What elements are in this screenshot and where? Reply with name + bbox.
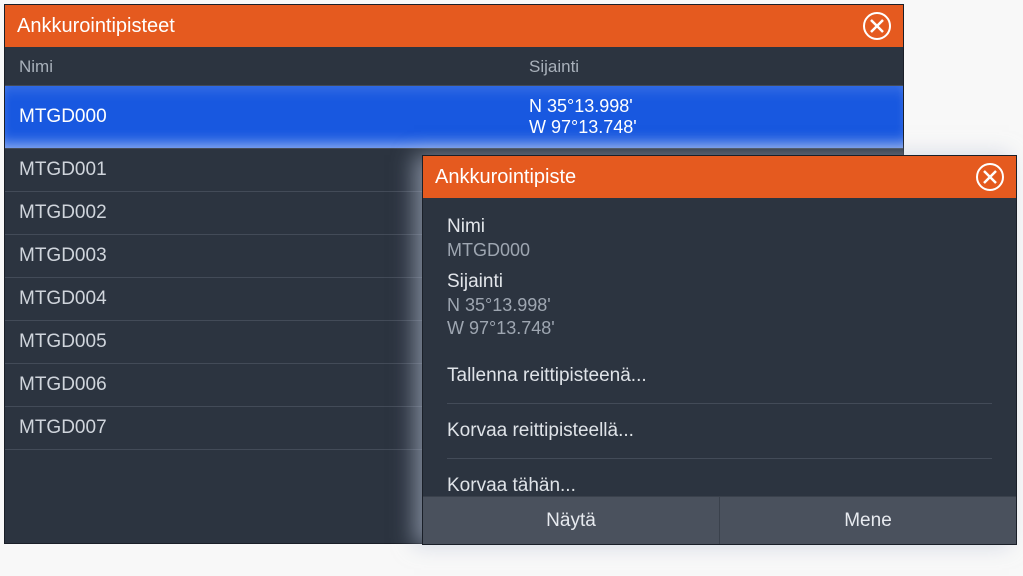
anchor-point-detail-window: Ankkurointipiste Nimi MTGD000 Sijainti N…	[422, 155, 1017, 545]
lon-value: W 97°13.748'	[447, 318, 992, 339]
detail-title: Ankkurointipiste	[435, 166, 576, 189]
lat-value: N 35°13.998'	[447, 295, 992, 316]
header-name: Nimi	[19, 57, 529, 77]
name-label: Nimi	[447, 216, 992, 238]
field-name: Nimi MTGD000	[447, 216, 992, 261]
anchor-points-titlebar: Ankkurointipisteet	[5, 5, 903, 47]
row-location: N 35°13.998' W 97°13.748'	[529, 96, 637, 138]
list-headers: Nimi Sijainti	[5, 47, 903, 86]
anchor-points-title: Ankkurointipisteet	[17, 15, 175, 38]
location-label: Sijainti	[447, 271, 992, 293]
name-value: MTGD000	[447, 240, 992, 261]
table-row[interactable]: MTGD000 N 35°13.998' W 97°13.748'	[5, 86, 903, 149]
button-bar: Näytä Mene	[423, 496, 1016, 544]
save-as-waypoint[interactable]: Tallenna reittipisteenä...	[447, 349, 992, 404]
go-button[interactable]: Mene	[719, 496, 1016, 544]
field-location: Sijainti N 35°13.998' W 97°13.748'	[447, 271, 992, 339]
row-name: MTGD000	[19, 106, 529, 128]
show-button[interactable]: Näytä	[423, 496, 719, 544]
detail-body: Nimi MTGD000 Sijainti N 35°13.998' W 97°…	[423, 198, 1016, 513]
header-location: Sijainti	[529, 57, 889, 77]
close-icon[interactable]	[976, 163, 1004, 191]
replace-with-waypoint[interactable]: Korvaa reittipisteellä...	[447, 404, 992, 459]
close-icon[interactable]	[863, 12, 891, 40]
detail-titlebar: Ankkurointipiste	[423, 156, 1016, 198]
